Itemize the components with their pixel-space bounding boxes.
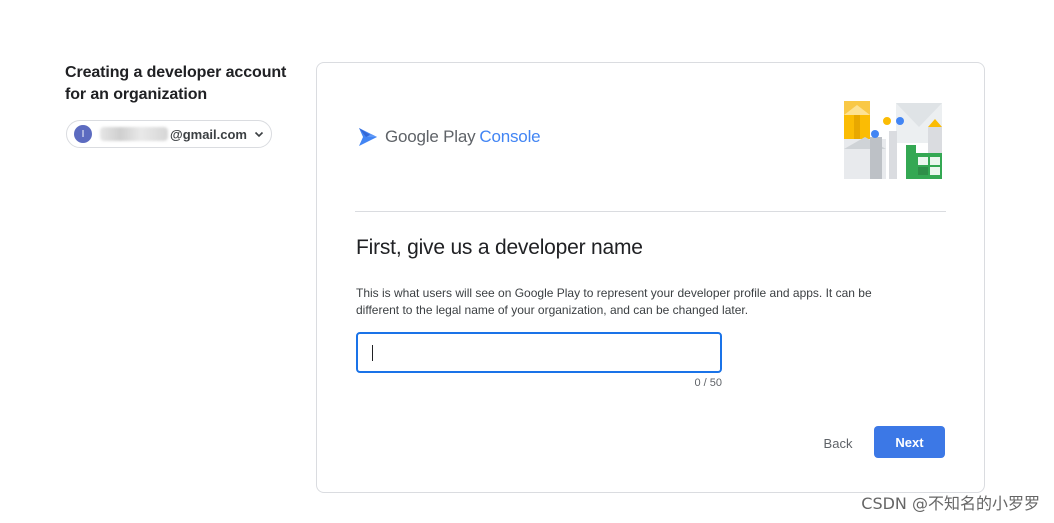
redacted-email	[100, 127, 168, 141]
account-email-suffix: gmail.com	[182, 126, 247, 142]
character-counter: 0 / 50	[694, 377, 722, 389]
logo-brand: Google Play	[385, 127, 476, 146]
form-heading: First, give us a developer name	[356, 236, 643, 259]
account-switcher[interactable]: I @gmail.com	[66, 120, 272, 148]
developer-name-input[interactable]	[356, 332, 722, 373]
avatar: I	[74, 125, 92, 143]
illustration-image	[844, 101, 942, 179]
form-description: This is what users will see on Google Pl…	[356, 286, 872, 317]
play-console-logo: Google Play Console	[357, 126, 541, 148]
back-button[interactable]: Back	[814, 427, 862, 459]
next-button[interactable]: Next	[874, 426, 945, 458]
play-console-icon	[359, 128, 377, 146]
page-title: Creating a developer account for an orga…	[65, 64, 287, 103]
csdn-watermark: CSDN @不知名的小罗罗	[861, 494, 1040, 513]
logo-product: Console	[479, 127, 541, 146]
chevron-down-icon	[254, 131, 264, 138]
text-cursor	[372, 345, 373, 361]
developer-name-card: Google Play Console First, give us a deve…	[316, 62, 985, 493]
header-divider	[355, 211, 946, 212]
